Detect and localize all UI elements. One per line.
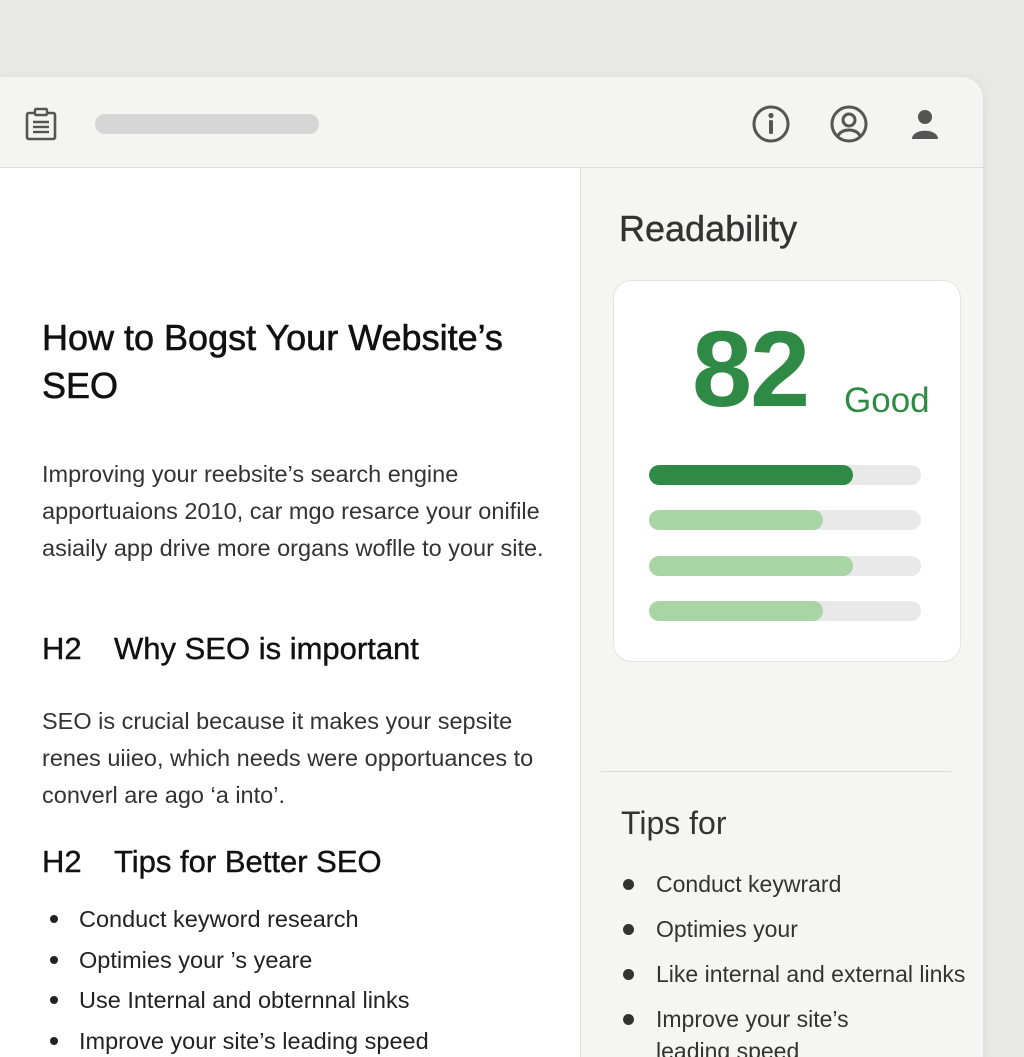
list-item[interactable]: Improve your site’s leading speed (42, 1021, 429, 1057)
account-circle-icon[interactable] (829, 104, 869, 144)
user-icon[interactable] (905, 104, 945, 144)
toolbar (0, 77, 983, 168)
app-window: How to Bogst Your Website’s SEO Improvin… (0, 77, 983, 1057)
tip-item[interactable]: Conduct keywrard (621, 868, 981, 900)
tip-item[interactable]: Improve your site’s leading speed (621, 1003, 906, 1057)
list-item[interactable]: Optimies your ’s yeare (42, 940, 429, 981)
metric-bar-fill (649, 601, 823, 621)
info-icon[interactable] (751, 104, 791, 144)
intro-paragraph[interactable]: Improving your reebsite’s search engine … (42, 456, 552, 567)
tip-item[interactable]: Optimies your (621, 913, 981, 945)
list-item[interactable]: Use Internal and obternnal links (42, 980, 429, 1021)
editor-pane[interactable]: How to Bogst Your Website’s SEO Improvin… (0, 168, 581, 1057)
readability-sidebar: Readability 82 Good Tips for Conduct key… (581, 168, 983, 1057)
heading-level-tag: H2 (42, 629, 114, 669)
sidebar-tips-list: Conduct keywrard Optimies your Like inte… (621, 868, 981, 1057)
readability-title: Readability (619, 208, 797, 250)
article-title[interactable]: How to Bogst Your Website’s SEO (42, 314, 542, 410)
score-card: 82 Good (613, 280, 961, 662)
divider (601, 771, 951, 772)
metric-bar (649, 556, 921, 576)
readability-score: 82 (692, 309, 808, 429)
document-icon[interactable] (24, 107, 58, 141)
tips-list: Conduct keyword research Optimies your ’… (42, 899, 429, 1057)
metric-bar-fill (649, 510, 823, 530)
score-label: Good (844, 381, 930, 421)
heading-level-tag: H2 (42, 842, 114, 882)
metric-bar (649, 510, 921, 530)
tips-title: Tips for (621, 805, 727, 842)
section-heading-text: Tips for Better SEO (114, 844, 382, 879)
tip-item[interactable]: Like internal and external links (621, 958, 981, 990)
metric-bar-fill (649, 465, 853, 485)
section-heading-text: Why SEO is important (114, 631, 419, 666)
section-heading-why-seo[interactable]: H2Why SEO is important (42, 629, 419, 669)
metric-bar (649, 465, 921, 485)
metric-bar-fill (649, 556, 853, 576)
section-heading-tips[interactable]: H2Tips for Better SEO (42, 842, 382, 882)
list-item[interactable]: Conduct keyword research (42, 899, 429, 940)
metric-bar (649, 601, 921, 621)
search-bar[interactable] (95, 114, 319, 134)
section-paragraph[interactable]: SEO is crucial because it makes your sep… (42, 703, 552, 814)
